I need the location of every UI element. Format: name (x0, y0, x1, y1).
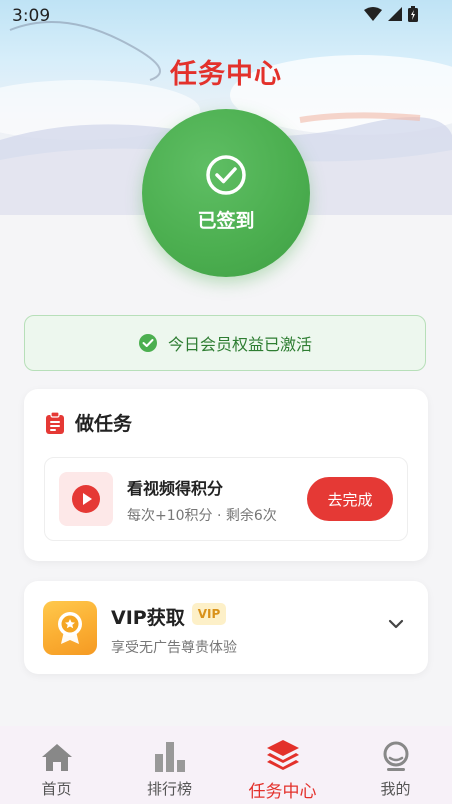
checkin-label: 已签到 (197, 209, 255, 232)
vip-medal-icon (43, 601, 97, 655)
tasks-header: 做任务 (45, 409, 132, 436)
tab-label-home: 首页 (41, 780, 72, 798)
vip-description: 享受无广告尊贵体验 (111, 640, 237, 656)
battery-icon (408, 6, 418, 22)
clipboard-icon (46, 411, 64, 434)
tab-label-profile: 我的 (380, 780, 411, 798)
vip-badge: VIP (192, 603, 226, 625)
task-thumbnail (59, 472, 113, 526)
task-item-watch-video: 看视频得积分 每次+10积分 · 剩余6次 去完成 (44, 457, 408, 541)
task-title: 看视频得积分 (127, 479, 224, 498)
profile-icon (383, 741, 408, 771)
bottom-tab-bar: 首页 排行榜 任务中心 我的 (0, 726, 452, 804)
medal-icon (58, 612, 82, 644)
tasks-card: 做任务 看视频得积分 每次+10积分 · 剩余6次 去完成 (24, 389, 428, 561)
vip-title: VIP获取 (111, 607, 185, 629)
tab-task-center[interactable]: 任务中心 (226, 726, 339, 804)
tab-label-ranking: 排行榜 (146, 780, 192, 798)
task-description: 每次+10积分 · 剩余6次 (127, 508, 277, 524)
page-title: 任务中心 (170, 59, 282, 90)
go-complete-button[interactable]: 去完成 (307, 477, 393, 521)
layers-icon (266, 740, 299, 770)
check-circle-icon (206, 154, 246, 195)
status-time: 3:09 (12, 6, 51, 26)
home-icon (41, 744, 72, 771)
chevron-down-icon[interactable] (388, 619, 404, 629)
status-icons (364, 6, 418, 22)
signal-icon (388, 7, 402, 21)
play-icon (72, 485, 100, 513)
checkin-button[interactable]: 已签到 (142, 109, 310, 277)
banner-text: 今日会员权益已激活 (167, 335, 312, 354)
wifi-icon (364, 7, 382, 21)
tab-ranking[interactable]: 排行榜 (113, 726, 226, 804)
check-circle-icon (138, 334, 157, 352)
tasks-title: 做任务 (75, 413, 133, 435)
tab-profile[interactable]: 我的 (339, 726, 452, 804)
membership-banner: 今日会员权益已激活 (24, 315, 426, 371)
vip-card[interactable]: VIP获取 VIP 享受无广告尊贵体验 (24, 581, 428, 674)
bar-chart-icon (154, 742, 185, 772)
tab-home[interactable]: 首页 (0, 726, 113, 804)
tab-label-task-center: 任务中心 (248, 782, 317, 802)
status-bar: 3:09 (0, 0, 452, 32)
